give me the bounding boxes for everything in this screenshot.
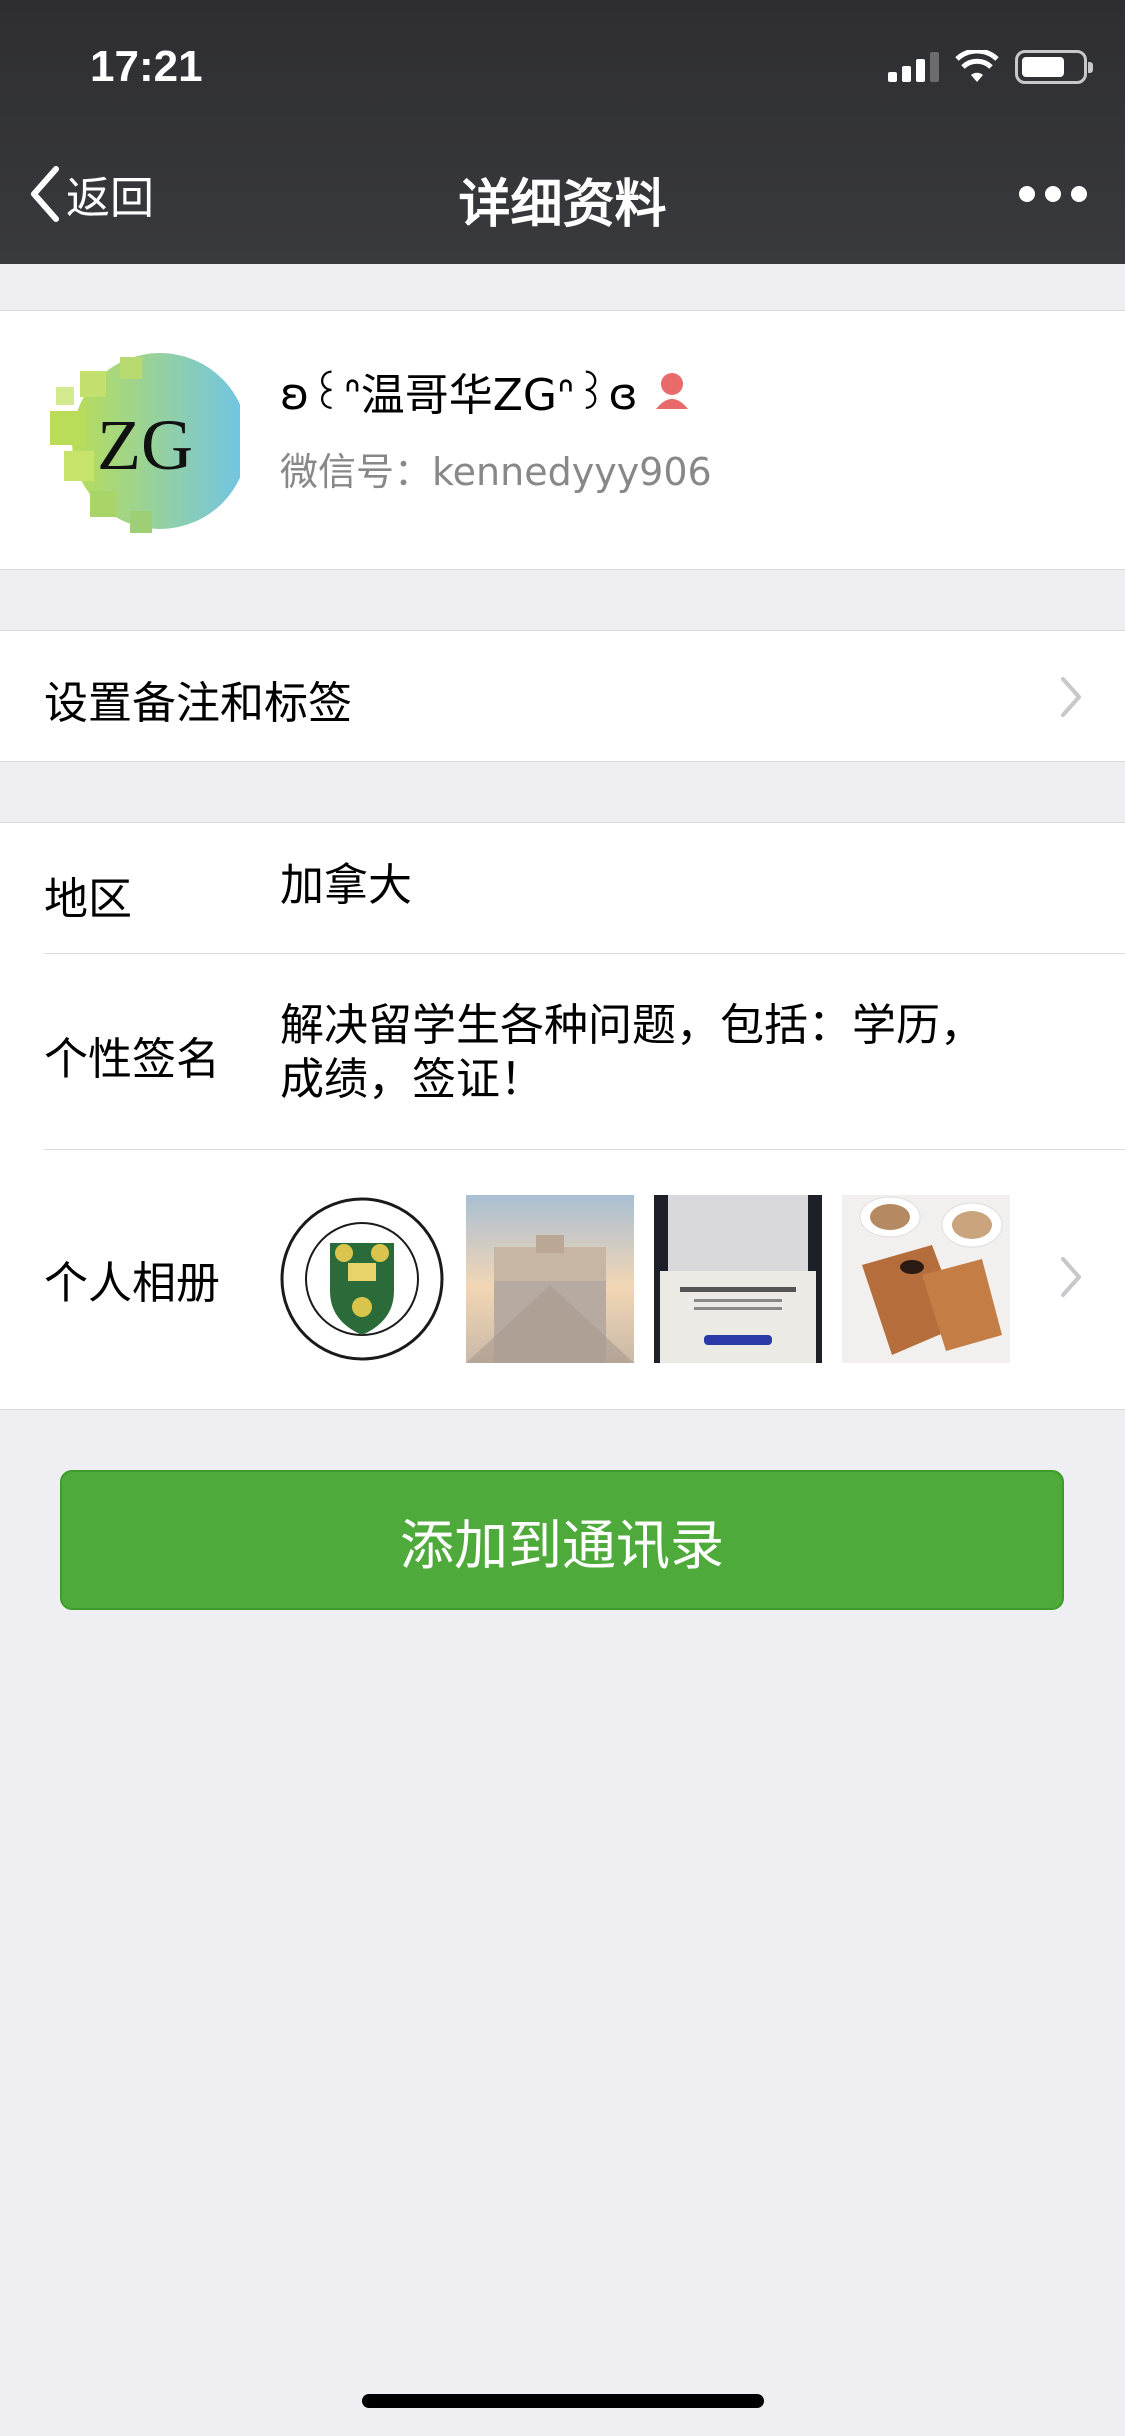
home-indicator[interactable] bbox=[362, 2394, 764, 2408]
signature-value: 解决留学生各种问题，包括：学历，成绩，签证！ bbox=[280, 1000, 984, 1105]
divider bbox=[44, 1149, 1125, 1150]
diploma-photo[interactable] bbox=[654, 1195, 822, 1363]
avatar[interactable]: ZG bbox=[50, 351, 240, 541]
details-card: 地区 加拿大 个性签名 解决留学生各种问题，包括：学历，成绩，签证！ 个人相册 bbox=[0, 822, 1125, 1410]
wechat-id-value: kennedyyy906 bbox=[432, 450, 712, 494]
chevron-right-icon bbox=[1061, 1257, 1081, 1297]
page-title: 详细资料 bbox=[458, 175, 667, 235]
navigation-bar: 17:21 返回 详细资料 bbox=[0, 0, 1125, 264]
name-decoration-left: ʚ꒰ᐢ bbox=[280, 369, 361, 420]
signature-label: 个性签名 bbox=[44, 1034, 220, 1085]
avatar-text: ZG bbox=[97, 405, 193, 485]
status-icons bbox=[888, 50, 1093, 84]
university-seal-photo[interactable] bbox=[278, 1195, 446, 1363]
album-label: 个人相册 bbox=[44, 1258, 220, 1309]
female-gender-icon bbox=[655, 373, 688, 409]
chevron-right-icon bbox=[1061, 677, 1081, 717]
cellular-signal-icon bbox=[888, 52, 939, 82]
battery-icon bbox=[1015, 50, 1093, 84]
wifi-icon bbox=[955, 50, 999, 82]
region-value: 加拿大 bbox=[280, 860, 412, 911]
wechat-id: 微信号：kennedyyy906 bbox=[280, 441, 712, 496]
waffle-coffee-photo[interactable] bbox=[842, 1195, 1010, 1363]
more-dot-icon bbox=[1045, 186, 1061, 202]
name-decoration-right: ᐢ꒱ɞ bbox=[556, 369, 638, 420]
region-label: 地区 bbox=[44, 874, 132, 925]
divider bbox=[44, 953, 1125, 954]
set-remark-tags-row[interactable]: 设置备注和标签 bbox=[0, 630, 1125, 762]
profile-name: 温哥华ZG bbox=[360, 370, 557, 421]
wechat-id-label: 微信号： bbox=[280, 450, 433, 494]
set-remark-tags-label: 设置备注和标签 bbox=[44, 678, 352, 729]
profile-name-row: ʚ꒰ᐢ 温哥华ZG ᐢ꒱ɞ bbox=[280, 359, 694, 423]
add-to-contacts-button[interactable]: 添加到通讯录 bbox=[60, 1470, 1064, 1610]
more-dot-icon bbox=[1071, 186, 1087, 202]
status-time: 17:21 bbox=[90, 42, 203, 91]
more-dot-icon bbox=[1019, 186, 1035, 202]
chateau-photo[interactable] bbox=[466, 1195, 634, 1363]
more-options-button[interactable] bbox=[1019, 186, 1087, 202]
profile-card: ZG ʚ꒰ᐢ 温哥华ZG ᐢ꒱ɞ 微信号：kennedyyy906 bbox=[0, 310, 1125, 570]
